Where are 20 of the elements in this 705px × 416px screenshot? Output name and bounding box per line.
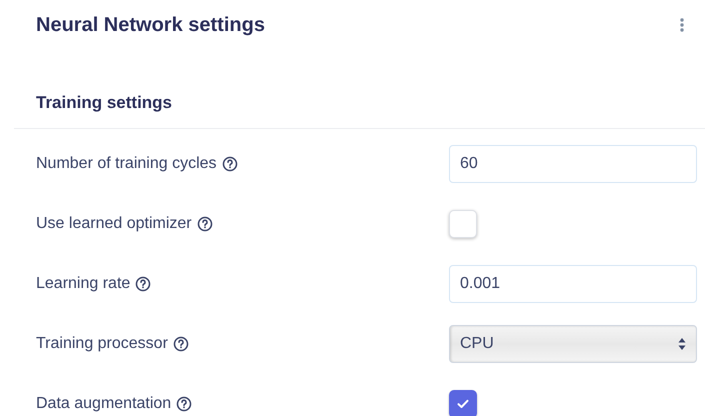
help-icon[interactable] xyxy=(135,276,152,292)
field-label: Use learned optimizer xyxy=(36,214,192,234)
text-field[interactable]: 60 xyxy=(449,145,697,183)
more-icon[interactable] xyxy=(679,17,685,33)
help-icon[interactable] xyxy=(222,156,238,172)
checkbox[interactable] xyxy=(449,210,477,238)
check-icon xyxy=(457,399,469,409)
text-field[interactable]: 0.001 xyxy=(449,265,697,303)
checkbox[interactable] xyxy=(449,390,477,416)
field-label: Learning rate xyxy=(36,274,130,294)
select-field[interactable]: CPU xyxy=(449,325,697,363)
help-icon[interactable] xyxy=(196,216,213,232)
page-title: Neural Network settings xyxy=(36,13,265,38)
field-label: Data augmentation xyxy=(36,394,172,414)
help-icon[interactable] xyxy=(172,336,189,352)
updown-icon xyxy=(678,337,686,351)
section-title: Training settings xyxy=(36,93,172,112)
help-icon[interactable] xyxy=(176,396,192,412)
field-label: Number of training cycles xyxy=(36,154,217,174)
field-label: Training processor xyxy=(36,334,168,354)
